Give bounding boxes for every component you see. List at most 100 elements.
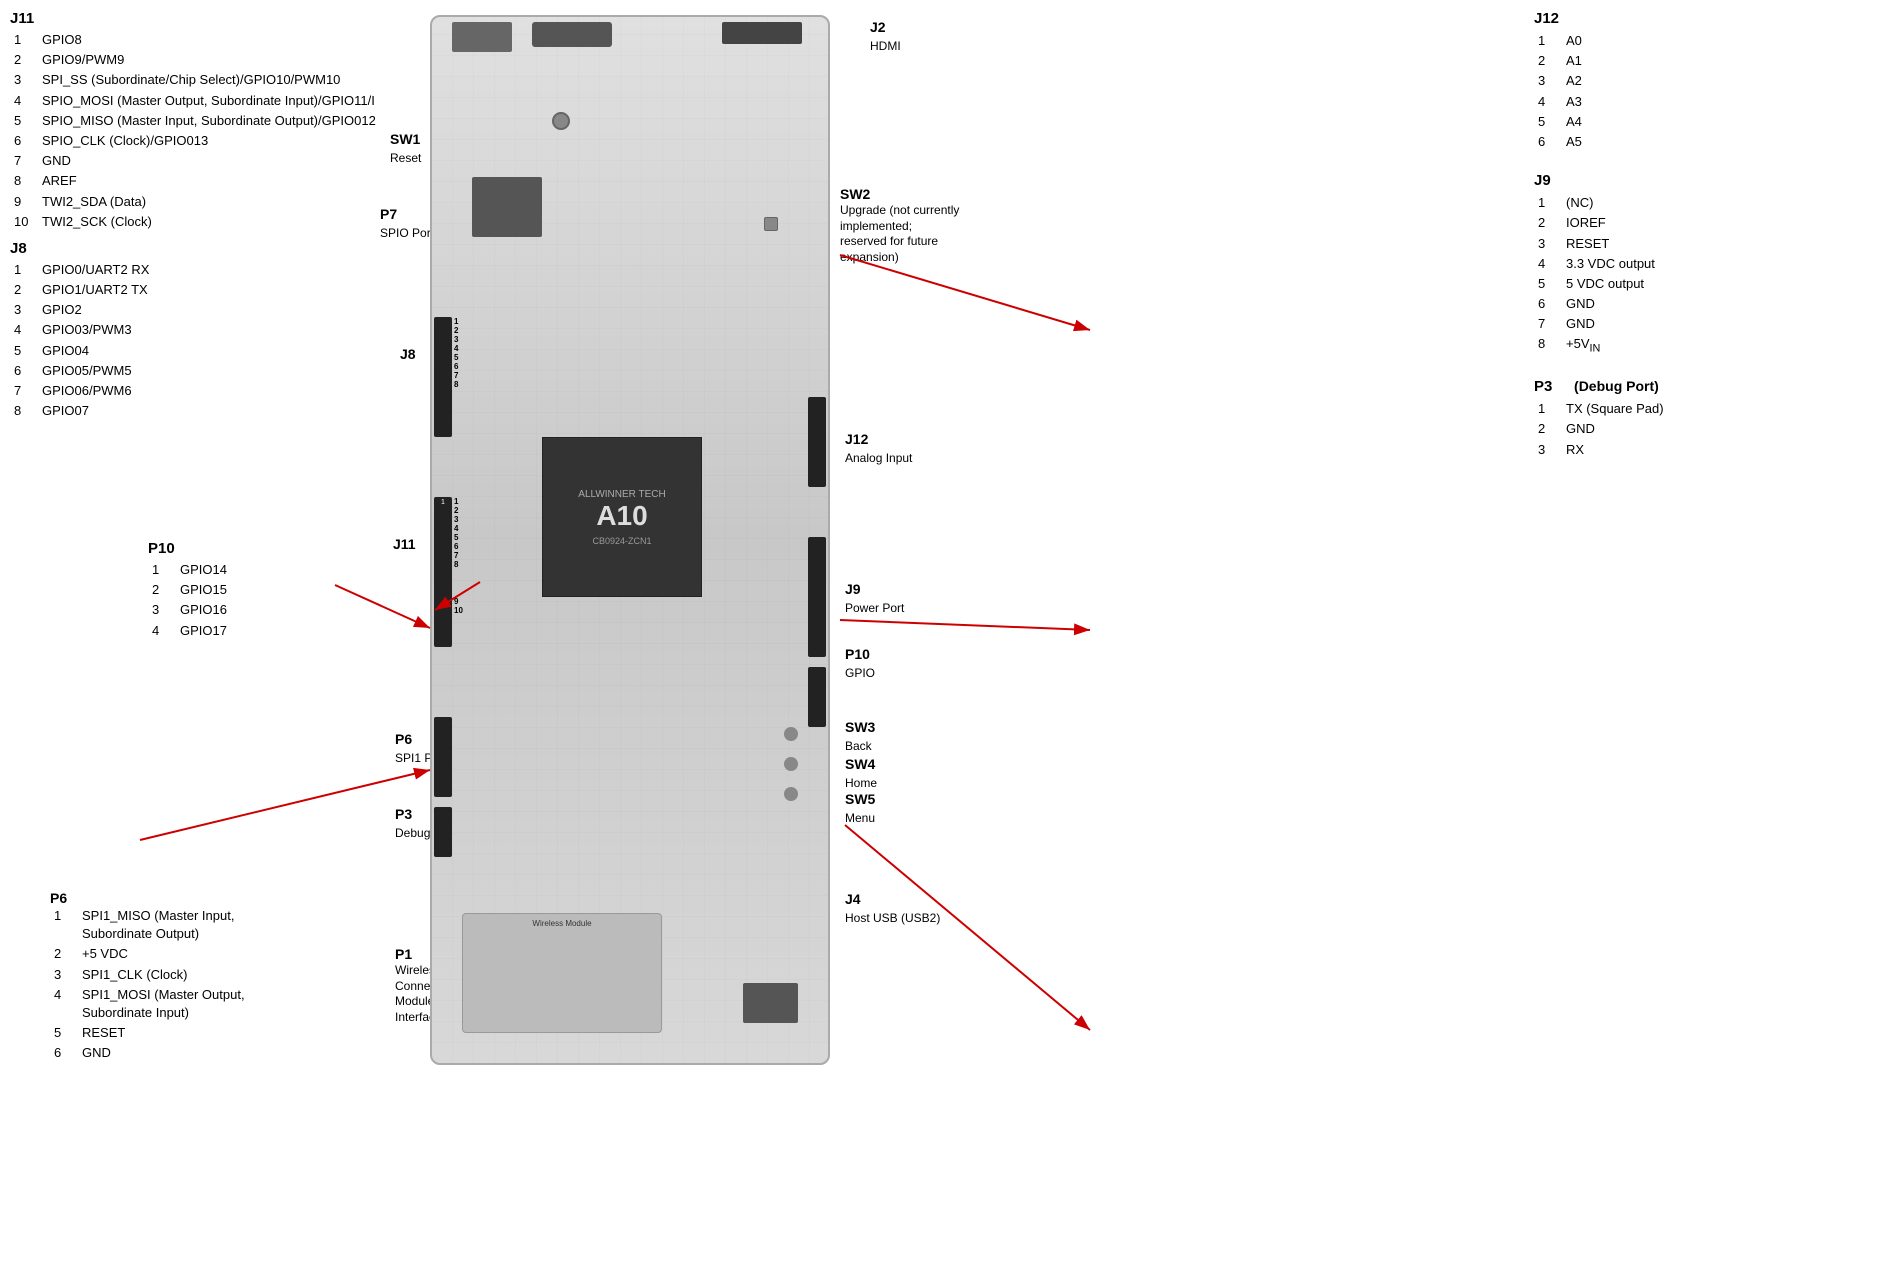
chip-model: A10 (596, 500, 647, 532)
j11-board-label: J11 (393, 535, 416, 553)
table-row: 3A2 (1534, 71, 1894, 91)
p6-header: P6 (50, 890, 258, 906)
j9-board-label: J9 Power Port (845, 580, 904, 617)
sw5-label: SW5 Menu (845, 790, 875, 827)
p10-connector (808, 667, 826, 727)
sw5-button (784, 787, 798, 801)
table-row: 6A5 (1534, 132, 1894, 152)
table-row: 55 VDC output (1534, 274, 1894, 294)
j8-nums: 12345678 (454, 317, 458, 389)
table-row: 2GND (1534, 419, 1894, 439)
table-row: 2GPIO15 (148, 580, 348, 600)
table-row: 7GND (1534, 314, 1894, 334)
a10-chip: ALLWINNER TECH A10 CB0924-ZCN1 (542, 437, 702, 597)
table-row: 5A4 (1534, 112, 1894, 132)
table-row: 6SPIO_CLK (Clock)/GPIO013 (10, 131, 380, 151)
j8-board-label: J8 (400, 345, 416, 363)
j11-nums: 12345678 (454, 497, 458, 569)
table-row: 6GPIO05/PWM5 (10, 361, 380, 381)
j11-table: 1GPIO82GPIO9/PWM93SPI_SS (Subordinate/Ch… (10, 30, 380, 232)
left-panel: J11 1GPIO82GPIO9/PWM93SPI_SS (Subordinat… (10, 10, 380, 429)
table-row: 5SPIO_MISO (Master Input, Subordinate Ou… (10, 111, 380, 131)
j4-label: J4 Host USB (USB2) (845, 890, 940, 927)
p6-box: P6 1SPI1_MISO (Master Input, Subordinate… (50, 890, 258, 1072)
usb-host-port (743, 983, 798, 1023)
p3-right-header: P3 (1534, 378, 1552, 395)
table-row: 6GND (1534, 294, 1894, 314)
table-row: 1GPIO8 (10, 30, 380, 50)
p3-connector (434, 807, 452, 857)
table-row: 1A0 (1534, 31, 1894, 51)
table-row: 3RESET (1534, 234, 1894, 254)
table-row: 4SPIO_MOSI (Master Output, Subordinate I… (10, 91, 380, 111)
j11-nums2: 910 (454, 597, 463, 615)
table-row: 8+5VIN (1534, 334, 1894, 358)
table-row: 4A3 (1534, 92, 1894, 112)
rj45-connector (452, 22, 512, 52)
p10-header: P10 (148, 540, 348, 557)
j9-right-header: J9 (1534, 172, 1894, 189)
table-row: 3GPIO16 (148, 600, 348, 620)
p6-connector (434, 717, 452, 797)
table-row: 7GPIO06/PWM6 (10, 381, 380, 401)
table-row: 4SPI1_MOSI (Master Output, Subordinate I… (50, 985, 258, 1023)
j12-board-label: J12 Analog Input (845, 430, 912, 467)
p6-table: 1SPI1_MISO (Master Input, Subordinate Ou… (50, 906, 258, 1064)
p10-gpio-label: P10 GPIO (845, 645, 875, 682)
sw1-label: SW1 Reset (390, 130, 421, 167)
table-row: 2GPIO1/UART2 TX (10, 280, 380, 300)
table-row: 3RX (1534, 440, 1894, 460)
table-row: 1TX (Square Pad) (1534, 399, 1894, 419)
table-row: 4GPIO17 (148, 621, 348, 641)
sw4-button (784, 757, 798, 771)
table-row: 3SPI1_CLK (Clock) (50, 965, 258, 985)
table-row: 10TWI2_SCK (Clock) (10, 212, 380, 232)
wifi-module: Wireless Module (462, 913, 662, 1033)
sw2-label: SW2 Upgrade (not currently implemented; … (840, 185, 960, 266)
j8-header: J8 (10, 240, 380, 257)
p10-table: 1GPIO142GPIO153GPIO164GPIO17 (148, 560, 348, 641)
board-image: ALLWINNER TECH A10 CB0924-ZCN1 1 (430, 15, 830, 1065)
table-row: 2IOREF (1534, 213, 1894, 233)
j8-connector (434, 317, 452, 437)
table-row: 5GPIO04 (10, 341, 380, 361)
table-row: 1SPI1_MISO (Master Input, Subordinate Ou… (50, 906, 258, 944)
sw1-button (552, 112, 570, 130)
table-row: 1(NC) (1534, 193, 1894, 213)
table-row: 2A1 (1534, 51, 1894, 71)
j11-header: J11 (10, 10, 380, 27)
j2-label: J2 HDMI (870, 18, 901, 55)
table-row: 1GPIO0/UART2 RX (10, 260, 380, 280)
table-row: 4GPIO03/PWM3 (10, 320, 380, 340)
chip-brand: ALLWINNER TECH (578, 489, 665, 500)
j11-connector: 1 (434, 497, 452, 647)
p7-spi-port (472, 177, 542, 237)
table-row: 43.3 VDC output (1534, 254, 1894, 274)
wifi-label: Wireless Module (463, 914, 661, 928)
p3-right-table: 1TX (Square Pad)2GND3RX (1534, 399, 1894, 460)
table-row: 2GPIO9/PWM9 (10, 50, 380, 70)
p10-box: P10 1GPIO142GPIO153GPIO164GPIO17 (148, 540, 348, 649)
sw4-label: SW4 Home (845, 755, 877, 792)
table-row: 7GND (10, 151, 380, 171)
sw3-button (784, 727, 798, 741)
table-row: 8GPIO07 (10, 401, 380, 421)
table-row: 3SPI_SS (Subordinate/Chip Select)/GPIO10… (10, 70, 380, 90)
table-row: 5RESET (50, 1023, 258, 1043)
j12-right-header: J12 (1534, 10, 1894, 27)
table-row: 3GPIO2 (10, 300, 380, 320)
table-row: 1GPIO14 (148, 560, 348, 580)
table-row: 9TWI2_SDA (Data) (10, 192, 380, 212)
chip-part: CB0924-ZCN1 (592, 536, 651, 546)
right-panel: J12 1A02A13A24A35A46A5 J9 1(NC)2IOREF3RE… (1534, 10, 1894, 468)
usb-power-port (532, 22, 612, 47)
p7-label: P7 SPIO Port (380, 205, 434, 242)
p3-right-section: P3 (Debug Port) (1534, 378, 1894, 395)
j9-right-table: 1(NC)2IOREF3RESET43.3 VDC output55 VDC o… (1534, 193, 1894, 358)
table-row: 6GND (50, 1043, 258, 1063)
j12-right-table: 1A02A13A24A35A46A5 (1534, 31, 1894, 152)
hdmi-connector (722, 22, 802, 44)
j8-table: 1GPIO0/UART2 RX2GPIO1/UART2 TX3GPIO24GPI… (10, 260, 380, 422)
sw2-button (764, 217, 778, 231)
p3-right-sub: (Debug Port) (1574, 378, 1659, 394)
